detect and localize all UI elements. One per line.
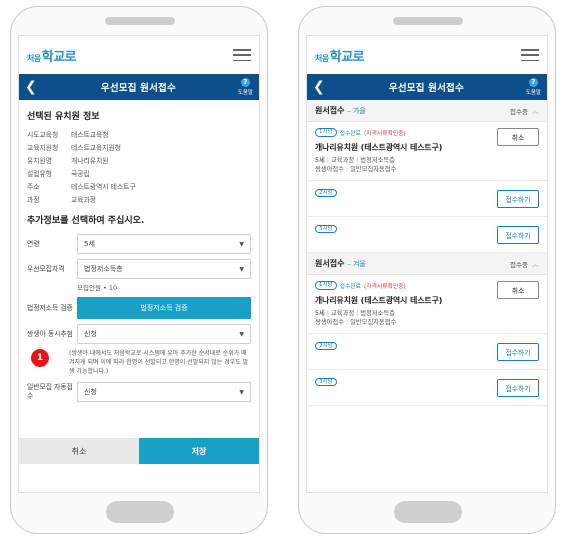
form-content: 선택된 유치원 정보 시도교육청 테스트교육청 교육지원청 테스트교육지원청 유치원… [19, 100, 259, 402]
rank-tag: 2지망 [315, 342, 337, 350]
notice-block: 1 (쌍생아 내에서도 처음학교로 시스템에 유아 추가한 순서대로 순위가 매… [27, 349, 251, 376]
help-label: 도움말 [525, 90, 541, 96]
general-label: 일반모집 자동접수 [27, 383, 73, 400]
help-icon: ? [240, 78, 250, 87]
sibling-meta: 쌍생아접수 : 일반모집자동접수 [315, 166, 397, 173]
info-row: 설립유형 국공립 [27, 170, 90, 178]
back-arrow-icon[interactable]: ❮ [313, 80, 327, 94]
rank-tag: 1지망 [315, 128, 337, 137]
page-title: 우선모집 원서접수 [388, 83, 464, 94]
section-status: 접수중 ︿ [510, 259, 539, 269]
priority-select[interactable]: 법정저소득층 ▼ [77, 259, 251, 279]
application-section-header[interactable]: 원서접수 – 겨울 접수중 ︿ [307, 253, 547, 275]
info-row: 주소 테스트광역시 테스트구 [27, 183, 136, 191]
selected-info-title: 선택된 유치원 정보 [27, 112, 100, 122]
school-meta: 5세 | 교육과정 | 법정저소득층 [315, 310, 396, 317]
info-row: 유치원명 개나리유치원 [27, 157, 109, 165]
sibling-label: 쌍생아 동시추첨 [27, 329, 73, 338]
age-label: 연령 [27, 239, 40, 248]
help-button[interactable]: ? 도움말 [526, 78, 541, 96]
status-done: 접수완료 [339, 131, 361, 137]
page-title: 우선모집 원서접수 [100, 83, 176, 94]
general-select[interactable]: 신청 ▼ [77, 382, 251, 402]
rank-1-block: 1지망 접수완료 (자격서류확인중) 취소 개나리유치원 (테스트광역시 테스트… [307, 275, 547, 334]
apply-button[interactable]: 접수하기 [497, 379, 539, 397]
logo-small: 처음 [315, 52, 329, 63]
priority-label: 우선모집자격 [27, 264, 65, 273]
hamburger-menu-icon[interactable] [521, 49, 539, 61]
save-button[interactable]: 저장 [139, 438, 259, 464]
annotation-badge: 1 [31, 349, 49, 367]
home-button[interactable] [394, 501, 462, 523]
status-done: 접수완료 [339, 284, 361, 290]
status-cert: (자격서류확인중) [363, 284, 406, 290]
bottom-action-bar: 취소 저장 [19, 438, 259, 464]
priority-row: 우선모집자격 법정저소득층 ▼ [27, 259, 251, 279]
section-status: 접수중 ︿ [510, 106, 539, 116]
apply-button[interactable]: 접수하기 [497, 226, 539, 244]
speaker [105, 17, 175, 25]
top-bar: 처음학교로 [19, 36, 259, 74]
section-title: 원서접수 – 가을 [315, 106, 366, 115]
section-title: 원서접수 – 겨울 [315, 259, 366, 268]
nav-bar: ❮ 우선모집 원서접수 ? 도움말 [307, 74, 547, 100]
help-label: 도움말 [237, 90, 253, 96]
home-button[interactable] [106, 501, 174, 523]
verify-label: 법정저소득 검증 [27, 303, 73, 312]
rank-1-block: 1지망 접수완료 (자격서류확인중) 취소 개나리유치원 (테스트광역시 테스트… [307, 122, 547, 181]
rank-3-block: 3지망 접수하기 [307, 370, 547, 406]
caret-down-icon: ▼ [239, 330, 244, 338]
general-row: 일반모집 자동접수 신청 ▼ [27, 382, 251, 402]
cancel-application-button[interactable]: 취소 [497, 128, 539, 146]
cancel-button[interactable]: 취소 [19, 438, 139, 464]
caret-down-icon: ▼ [239, 240, 244, 248]
apply-button[interactable]: 접수하기 [497, 343, 539, 361]
phone-frame-right: 처음학교로 ❮ 우선모집 원서접수 ? 도움말 원서접수 – 가을 접수중 ︿ 1… [298, 6, 556, 534]
rank-tag: 1지망 [315, 281, 337, 290]
info-row: 시도교육청 테스트교육청 [27, 131, 109, 139]
sibling-row: 쌍생아 동시추첨 신청 ▼ [27, 324, 251, 344]
apply-button[interactable]: 접수하기 [497, 190, 539, 208]
top-bar: 처음학교로 [307, 36, 547, 74]
rank-tag: 2지망 [315, 189, 337, 197]
speaker [393, 17, 463, 25]
help-icon: ? [528, 78, 538, 87]
school-meta: 5세 | 교육과정 | 법정저소득층 [315, 157, 396, 164]
verify-row: 법정저소득 검증 법정저소득 검증 [27, 297, 251, 319]
status-cert: (자격서류확인중) [363, 131, 406, 137]
rank-2-block: 2지망 접수하기 [307, 334, 547, 370]
low-income-verify-button[interactable]: 법정저소득 검증 [77, 297, 251, 319]
rank-tag: 3지망 [315, 378, 337, 386]
sibling-meta: 쌍생아접수 : 일반모집자동접수 [315, 319, 397, 326]
screen-left: 처음학교로 ❮ 우선모집 원서접수 ? 도움말 선택된 유치원 정보 시도교육청… [18, 35, 260, 493]
logo[interactable]: 처음학교로 [27, 46, 77, 65]
rank-tag: 3지망 [315, 225, 337, 233]
rank-3-block: 3지망 접수하기 [307, 217, 547, 253]
help-button[interactable]: ? 도움말 [238, 78, 253, 96]
screen-right: 처음학교로 ❮ 우선모집 원서접수 ? 도움말 원서접수 – 가을 접수중 ︿ 1… [306, 35, 548, 493]
logo-text: 학교로 [41, 49, 77, 65]
nav-bar: ❮ 우선모집 원서접수 ? 도움말 [19, 74, 259, 100]
age-row: 연령 5세 ▼ [27, 234, 251, 254]
chevron-up-icon[interactable]: ︿ [532, 259, 539, 269]
cancel-application-button[interactable]: 취소 [497, 281, 539, 299]
additional-info-title: 추가정보를 선택하여 주십시오. [27, 216, 145, 226]
caret-down-icon: ▼ [239, 265, 244, 273]
age-select[interactable]: 5세 ▼ [77, 234, 251, 254]
hamburger-menu-icon[interactable] [233, 49, 251, 61]
recruit-count: 모집인원 • 10 [77, 284, 118, 292]
caret-down-icon: ▼ [239, 388, 244, 396]
sibling-notice: (쌍생아 내에서도 처음학교로 시스템에 유아 추가한 순서대로 순위가 매겨지… [69, 350, 249, 375]
back-arrow-icon[interactable]: ❮ [25, 80, 39, 94]
logo-small: 처음 [27, 52, 41, 63]
sibling-select[interactable]: 신청 ▼ [77, 324, 251, 344]
application-section-header[interactable]: 원서접수 – 가을 접수중 ︿ [307, 100, 547, 122]
logo-text: 학교로 [329, 49, 365, 65]
info-row: 교육지원청 테스트교육지원청 [27, 144, 122, 152]
logo[interactable]: 처음학교로 [315, 46, 365, 65]
chevron-up-icon[interactable]: ︿ [532, 106, 539, 116]
rank-2-block: 2지망 접수하기 [307, 181, 547, 217]
info-row: 과정 교육과정 [27, 196, 97, 204]
phone-frame-left: 처음학교로 ❮ 우선모집 원서접수 ? 도움말 선택된 유치원 정보 시도교육청… [10, 6, 268, 534]
